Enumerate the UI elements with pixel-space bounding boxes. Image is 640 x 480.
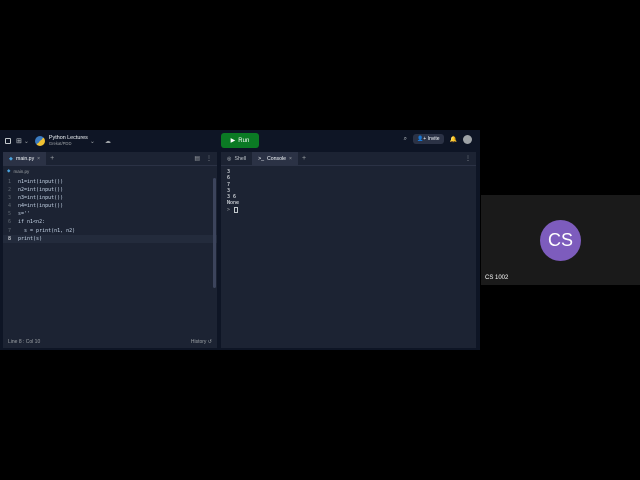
- console-prompt-line[interactable]: >: [227, 207, 470, 213]
- terminal-icon: >_: [258, 155, 264, 162]
- code-line[interactable]: 2 n2=int(input()): [3, 186, 217, 194]
- close-icon[interactable]: ×: [289, 156, 292, 162]
- code-text: if n1<n2:: [18, 219, 46, 226]
- project-subtitle: Grekat/PDD: [48, 141, 72, 146]
- more-icon[interactable]: ⋮: [206, 155, 212, 162]
- code-text: n1=int(input()): [18, 179, 64, 185]
- console-tabbar: ◎ Shell >_ Console × + ⋮: [221, 151, 476, 166]
- text-cursor: [234, 206, 239, 213]
- run-button[interactable]: ▶ Run: [221, 133, 259, 148]
- line-number: 2: [7, 187, 11, 194]
- line-number: 4: [7, 203, 11, 210]
- cloud-sync-icon: ☁: [104, 138, 111, 145]
- code-line[interactable]: 7 s = print(n1, n2): [3, 227, 217, 235]
- python-file-icon: ◆: [7, 168, 11, 173]
- bell-icon[interactable]: 🔔: [450, 136, 457, 143]
- code-line[interactable]: 4 n4=int(input()): [3, 202, 217, 210]
- editor-panel: ◆ main.py × + ▤ ⋮ ◆ main.py 1 n1=int(inpu…: [3, 151, 217, 348]
- console-output[interactable]: 36733 6 None >: [221, 166, 476, 216]
- project-info[interactable]: Python Lectures Grekat/PDD: [49, 135, 88, 147]
- history-icon: ↺: [207, 338, 212, 345]
- shell-icon: ◎: [227, 155, 232, 162]
- user-avatar[interactable]: [463, 134, 472, 144]
- project-chevron-icon[interactable]: ⌄: [90, 138, 95, 145]
- prompt-symbol: >: [227, 206, 231, 213]
- python-file-icon: ◆: [9, 155, 13, 162]
- breadcrumb-file[interactable]: main.py: [13, 169, 29, 174]
- format-icon[interactable]: ▤: [194, 155, 200, 162]
- code-line[interactable]: 6 if n1<n2:: [3, 218, 217, 226]
- screen-letterbox-top: [0, 60, 480, 130]
- python-logo-icon: [34, 136, 45, 146]
- line-number: 7: [7, 227, 11, 234]
- apps-icon[interactable]: ⊞: [16, 137, 22, 145]
- console-tab-label: Console: [267, 155, 287, 162]
- more-icon[interactable]: ⋮: [465, 155, 471, 162]
- sidebar-toggle-icon[interactable]: [5, 138, 11, 144]
- code-line[interactable]: 1 n1=int(input()): [3, 178, 217, 186]
- code-editor[interactable]: 1 n1=int(input()) 2 n2=int(input()) 3 n3=int(…: [3, 176, 217, 243]
- participant-name: CS 1002: [485, 275, 509, 281]
- add-tab-icon[interactable]: +: [302, 155, 306, 162]
- ide-topbar: ⊞ ⌄ Python Lectures Grekat/PDD ⌄ ☁ ▶ Run…: [0, 130, 480, 152]
- play-icon: ▶: [230, 138, 236, 144]
- tab-label: main.py: [16, 155, 35, 162]
- line-number: 1: [7, 179, 11, 185]
- code-text: n2=int(input()): [18, 187, 64, 194]
- tab-main-py[interactable]: ◆ main.py ×: [3, 151, 47, 166]
- editor-statusbar: Line 8 : Col 10 History ↺: [3, 335, 217, 348]
- code-text: print(s): [18, 235, 43, 242]
- console-tab-tools: ⋮: [465, 155, 471, 162]
- output-lines: 36733 6 None: [227, 169, 470, 207]
- cursor-position: Line 8 : Col 10: [8, 338, 41, 345]
- editor-tabbar: ◆ main.py × + ▤ ⋮: [3, 151, 217, 166]
- line-number: 6: [7, 219, 11, 226]
- screen-letterbox-bottom: [0, 350, 480, 420]
- code-line[interactable]: 8 print(s): [3, 234, 217, 243]
- line-number: 5: [7, 211, 11, 218]
- shell-tab-label: Shell: [234, 155, 247, 162]
- editor-tab-tools: ▤ ⋮: [194, 155, 212, 162]
- line-number: 8: [7, 235, 11, 242]
- history-label: History: [190, 338, 207, 345]
- topbar-right-tools: ⌕ 👤+ Invite 🔔: [404, 134, 472, 144]
- code-text: s = print(n1, n2): [18, 227, 76, 234]
- tab-shell[interactable]: ◎ Shell: [221, 152, 252, 166]
- chevron-down-icon[interactable]: ⌄: [24, 138, 29, 145]
- close-icon[interactable]: ×: [37, 156, 40, 162]
- line-number: 3: [7, 195, 11, 202]
- code-text: n3=int(input()): [18, 195, 64, 202]
- code-text: n4=int(input()): [18, 203, 64, 210]
- history-button[interactable]: History ↺: [191, 339, 212, 345]
- tab-console[interactable]: >_ Console ×: [252, 151, 298, 166]
- invite-label: Invite: [427, 136, 440, 142]
- search-icon[interactable]: ⌕: [404, 136, 407, 143]
- add-tab-icon[interactable]: +: [50, 155, 54, 162]
- invite-button[interactable]: 👤+ Invite: [413, 134, 444, 144]
- code-text: s='': [18, 211, 31, 218]
- code-line[interactable]: 5 s='': [3, 210, 217, 218]
- editor-scrollbar[interactable]: [213, 178, 216, 288]
- run-label: Run: [238, 137, 250, 144]
- console-panel: ◎ Shell >_ Console × + ⋮ 36733 6 None >: [221, 151, 476, 348]
- participant-avatar: CS: [540, 220, 581, 261]
- breadcrumb: ◆ main.py: [3, 166, 217, 176]
- code-line[interactable]: 3 n3=int(input()): [3, 194, 217, 202]
